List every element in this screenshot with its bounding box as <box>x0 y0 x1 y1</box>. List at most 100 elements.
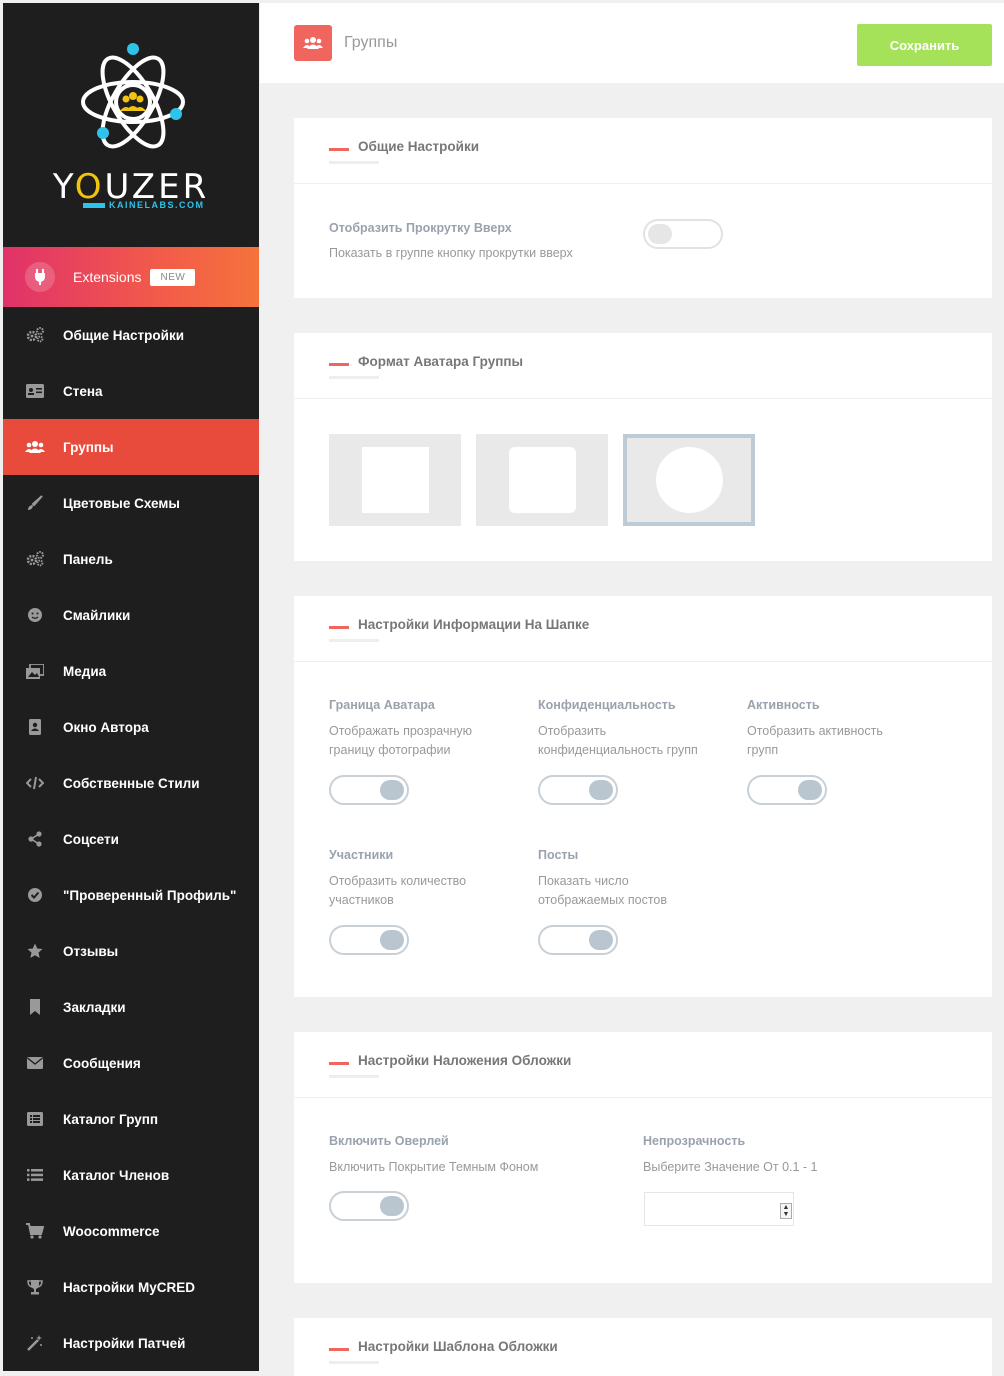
sidebar-item-extensions[interactable]: Extensions NEW <box>3 247 259 307</box>
sidebar-item-label: Соцсети <box>63 831 119 847</box>
stepper-arrows-icon[interactable]: ▲ ▼ <box>780 1203 792 1219</box>
activity-label: Активность <box>747 698 820 712</box>
sidebar-item-custom-styles[interactable]: Собственные Стили <box>3 755 259 811</box>
card-header: Общие Настройки <box>294 118 992 184</box>
header-info-card: Настройки Информации На Шапке Граница Ав… <box>294 596 992 997</box>
card-header: Настройки Информации На Шапке <box>294 596 992 662</box>
posts-desc: Показать число отображаемых постов <box>538 874 667 907</box>
cover-pattern-card: Настройки Шаблона Обложки <box>294 1318 992 1376</box>
cover-overlay-card: Настройки Наложения Обложки Включить Ове… <box>294 1032 992 1283</box>
avatar-border-toggle[interactable] <box>329 775 409 805</box>
sidebar-item-label: "Проверенный Профиль" <box>63 887 237 903</box>
envelope-icon <box>25 1053 45 1073</box>
card-header: Настройки Наложения Обложки <box>294 1032 992 1098</box>
sidebar-item-media[interactable]: Медиа <box>3 643 259 699</box>
sidebar-item-general[interactable]: Общие Настройки <box>3 307 259 363</box>
users-icon <box>25 437 45 457</box>
sidebar-item-label: Отзывы <box>63 943 119 959</box>
privacy-toggle[interactable] <box>538 775 618 805</box>
list-icon <box>25 1165 45 1185</box>
avatar-format-card: Формат Аватара Группы <box>294 333 992 561</box>
check-circle-icon <box>25 885 45 905</box>
bookmark-icon <box>25 997 45 1017</box>
share-icon <box>25 829 45 849</box>
new-badge: NEW <box>150 268 196 286</box>
sidebar-item-mycred[interactable]: Настройки MyCRED <box>3 1259 259 1315</box>
sidebar-item-wall[interactable]: Стена <box>3 363 259 419</box>
sidebar-menu: Общие Настройки Стена Группы Цветовые Сх… <box>3 307 259 1371</box>
page-title: Группы <box>344 34 398 51</box>
avatar-border-desc: Отображать прозрачную границу фотографии <box>329 724 473 757</box>
sidebar-item-label: Закладки <box>63 999 126 1015</box>
plug-icon <box>25 262 55 292</box>
brush-icon <box>25 493 45 513</box>
members-toggle[interactable] <box>329 925 409 955</box>
logo: YOUZER KAINELABS.COM <box>3 3 259 247</box>
sidebar-item-members-directory[interactable]: Каталог Членов <box>3 1147 259 1203</box>
trophy-icon <box>25 1277 45 1297</box>
cart-icon <box>25 1221 45 1241</box>
sidebar-item-panel[interactable]: Панель <box>3 531 259 587</box>
members-desc: Отобразить количество участников <box>329 874 467 907</box>
opacity-label: Непрозрачность <box>643 1134 746 1148</box>
avatar-rounded-option[interactable] <box>476 434 608 526</box>
extensions-label: Extensions <box>73 269 142 285</box>
brand-sub: KAINELABS.COM <box>83 200 205 210</box>
sidebar-item-patches[interactable]: Настройки Патчей <box>3 1315 259 1371</box>
id-card-icon <box>25 381 45 401</box>
card-title: Формат Аватара Группы <box>358 354 524 369</box>
card-title: Настройки Наложения Обложки <box>358 1053 572 1068</box>
sidebar-item-groups-directory[interactable]: Каталог Групп <box>3 1091 259 1147</box>
activity-toggle[interactable] <box>747 775 827 805</box>
sidebar-item-label: Смайлики <box>63 607 131 623</box>
save-button[interactable]: Сохранить <box>857 24 992 66</box>
posts-label: Посты <box>538 848 579 862</box>
sidebar-item-social[interactable]: Соцсети <box>3 811 259 867</box>
list-alt-icon <box>25 1109 45 1129</box>
magic-icon <box>25 1333 45 1353</box>
sidebar-item-label: Окно Автора <box>63 719 149 735</box>
sidebar-item-label: Общие Настройки <box>63 327 185 343</box>
images-icon <box>25 661 45 681</box>
sidebar-item-emoji[interactable]: Смайлики <box>3 587 259 643</box>
posts-toggle[interactable] <box>538 925 618 955</box>
sidebar-item-label: Woocommerce <box>63 1223 160 1239</box>
card-header: Формат Аватара Группы <box>294 333 992 399</box>
card-title: Общие Настройки <box>358 139 480 154</box>
card-header: Настройки Шаблона Обложки <box>294 1318 992 1376</box>
scroll-top-toggle[interactable] <box>643 219 723 249</box>
users-icon <box>294 25 332 61</box>
sidebar-item-reviews[interactable]: Отзывы <box>3 923 259 979</box>
card-title: Настройки Шаблона Обложки <box>358 1339 558 1354</box>
sidebar-item-label: Панель <box>63 551 113 567</box>
avatar-square-option[interactable] <box>329 434 461 526</box>
card-title: Настройки Информации На Шапке <box>358 617 590 632</box>
scroll-top-label: Отобразить Прокрутку Вверх <box>329 221 512 235</box>
activity-desc: Отобразить активность групп <box>747 724 883 757</box>
members-label: Участники <box>329 848 394 862</box>
sidebar-item-verified-profile[interactable]: "Проверенный Профиль" <box>3 867 259 923</box>
sidebar: YOUZER KAINELABS.COM Extensions NEW Общи… <box>3 3 259 1371</box>
sidebar-item-label: Настройки MyCRED <box>63 1279 195 1295</box>
author-box-icon <box>25 717 45 737</box>
privacy-desc: Отобразить конфиденциальность групп <box>538 724 698 757</box>
sidebar-item-author-box[interactable]: Окно Автора <box>3 699 259 755</box>
avatar-border-label: Граница Аватара <box>329 698 435 712</box>
code-icon <box>25 773 45 793</box>
sidebar-item-woocommerce[interactable]: Woocommerce <box>3 1203 259 1259</box>
overlay-enable-label: Включить Оверлей <box>329 1134 449 1148</box>
gears-icon <box>25 549 45 569</box>
overlay-enable-toggle[interactable] <box>329 1191 409 1221</box>
sidebar-item-messages[interactable]: Сообщения <box>3 1035 259 1091</box>
sidebar-item-color-schemes[interactable]: Цветовые Схемы <box>3 475 259 531</box>
sidebar-item-label: Каталог Групп <box>63 1111 159 1127</box>
sidebar-item-label: Стена <box>63 383 103 399</box>
sidebar-item-label: Собственные Стили <box>63 775 200 791</box>
atom-logo-icon <box>81 43 185 149</box>
star-icon <box>25 941 45 961</box>
opacity-input[interactable]: ▲ ▼ <box>644 1192 794 1226</box>
sidebar-item-groups[interactable]: Группы <box>3 419 259 475</box>
sidebar-item-bookmarks[interactable]: Закладки <box>3 979 259 1035</box>
sidebar-item-label: Группы <box>63 439 114 455</box>
avatar-circle-option[interactable] <box>623 434 755 526</box>
